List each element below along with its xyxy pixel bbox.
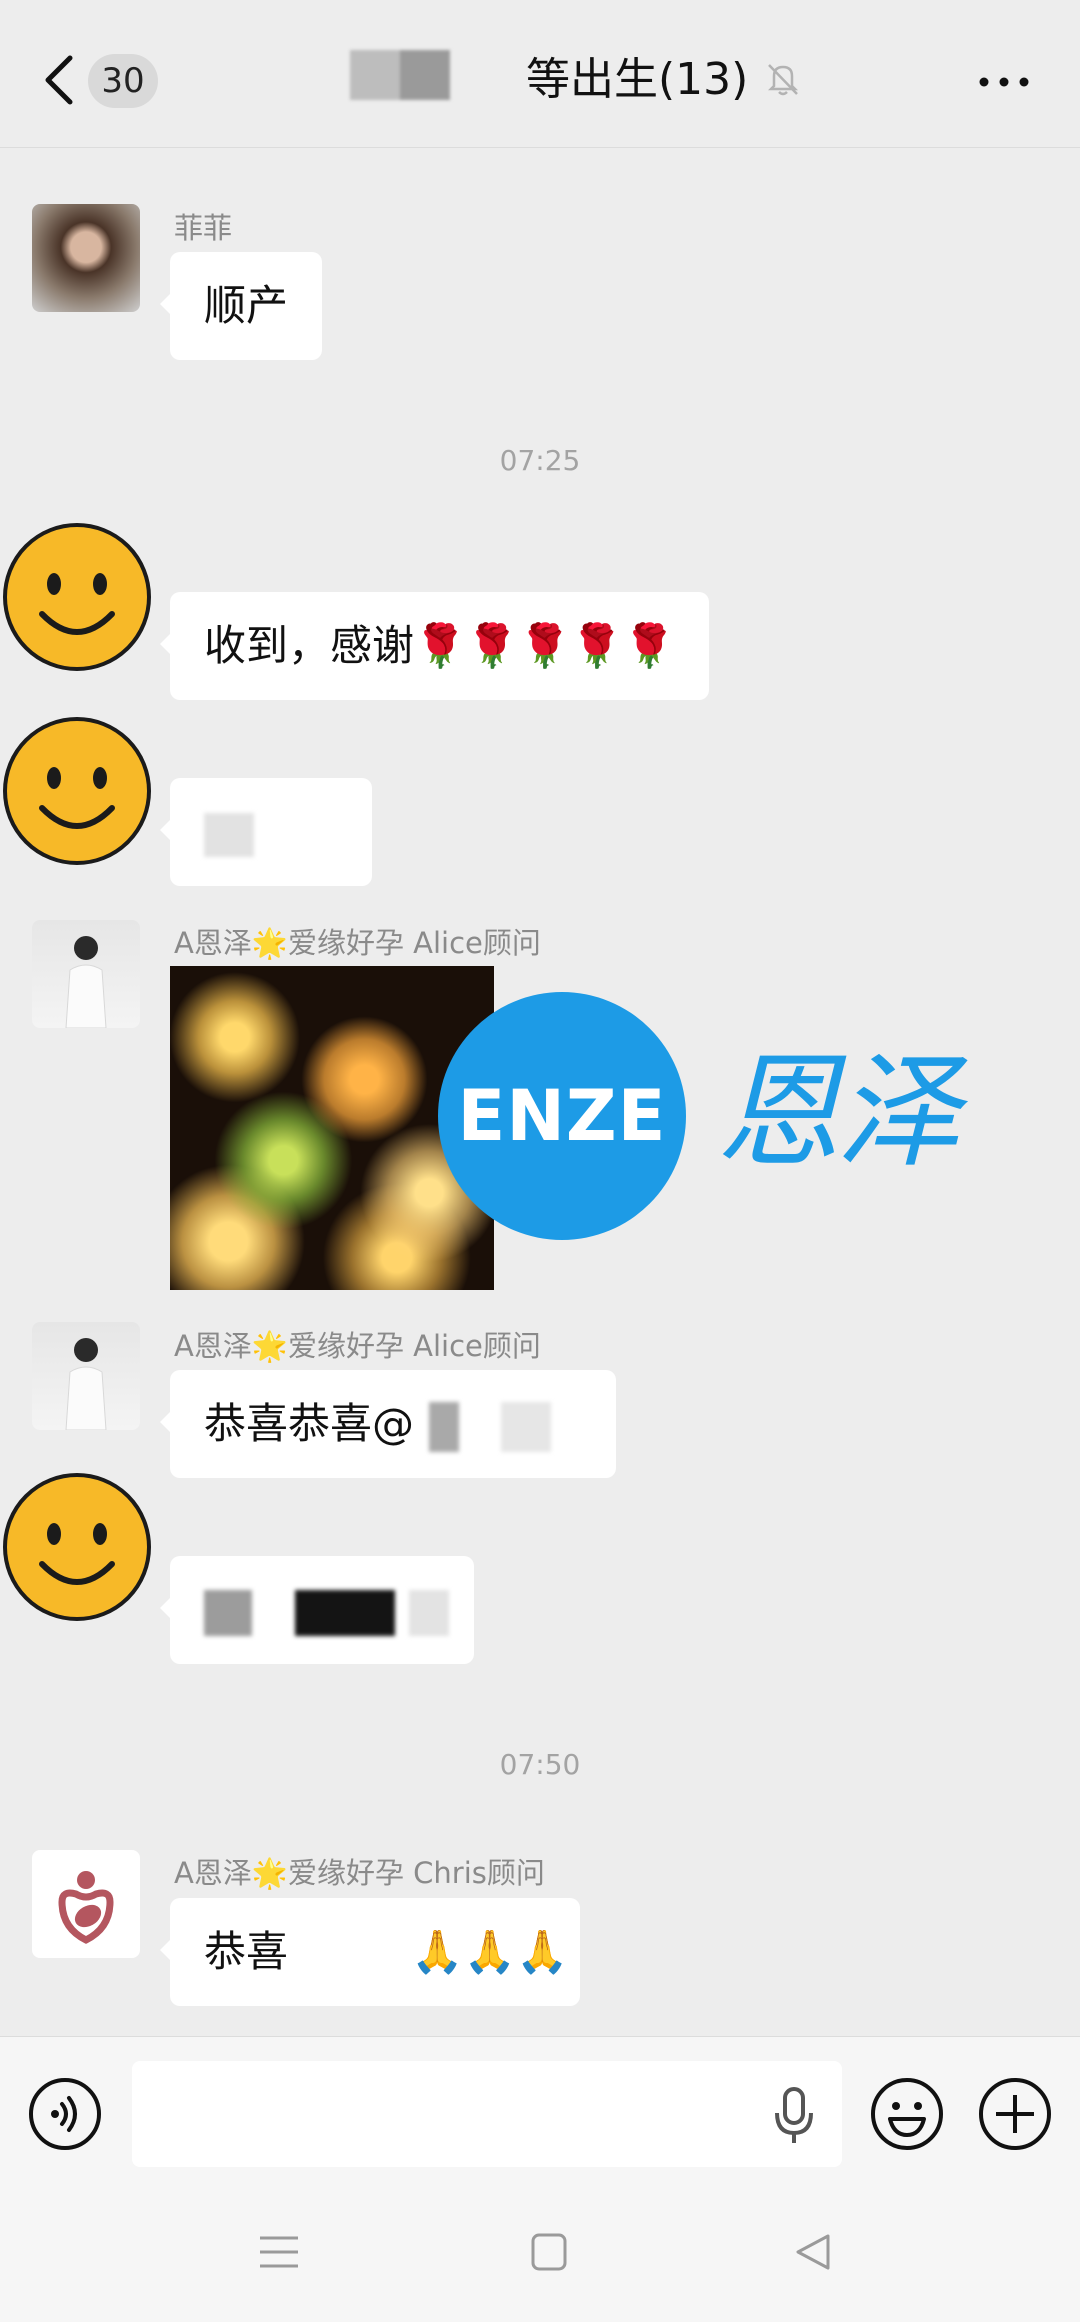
chat-header: 30 等出生(13) [0,0,1080,148]
person-icon [65,1338,107,1430]
avatar[interactable] [32,204,140,312]
back-triangle-icon[interactable] [794,2232,832,2272]
redacted-name [350,50,450,100]
microphone-icon[interactable] [772,2085,816,2147]
message-text: 恭喜恭喜@ [204,1399,415,1448]
smiley-icon [3,523,151,671]
message-input[interactable] [132,2061,842,2167]
redacted-mention [429,1401,460,1452]
message-bubble[interactable]: 收到，感谢🌹🌹🌹🌹🌹 [159,592,710,700]
sender-name: 菲菲 [174,211,233,245]
timestamp: 07:50 [499,1748,581,1781]
redacted-block [204,812,254,857]
message-emoji: 🙏🙏🙏 [411,1927,569,1976]
redacted-message-bubble[interactable] [160,778,372,886]
unread-count-badge[interactable]: 30 [88,54,158,108]
system-nav-bar [0,2184,1080,2322]
person-icon [65,936,107,1028]
emoji-icon[interactable] [870,2077,944,2151]
more-icon[interactable] [974,60,1034,100]
menu-icon[interactable] [256,2232,302,2272]
avatar[interactable] [32,920,140,1028]
redacted-mention [500,1401,551,1452]
chat-title: 等出生(13) [526,54,749,105]
home-icon[interactable] [530,2232,568,2272]
sender-name: A恩泽🌟爱缘好孕 Alice顾问 [174,926,541,960]
message-text: 恭喜 [204,1927,289,1976]
message-bubble[interactable]: 恭喜 🙏🙏🙏 [160,1898,580,2006]
watermark-text: 恩泽 [716,1041,960,1185]
timestamp: 07:25 [499,444,581,477]
smiley-icon [3,1473,151,1621]
back-icon[interactable] [40,52,80,108]
redacted-block [408,1589,449,1636]
avatar[interactable] [32,1850,140,1958]
sender-name: A恩泽🌟爱缘好孕 Chris顾问 [174,1856,545,1890]
watermark-logo: ENZE [438,992,686,1240]
sender-name: A恩泽🌟爱缘好孕 Alice顾问 [174,1329,541,1363]
input-bar [0,2036,1080,2184]
avatar[interactable] [32,1322,140,1430]
voice-icon[interactable] [28,2077,102,2151]
smiley-icon [3,717,151,865]
message-bubble[interactable]: 恭喜恭喜@ [160,1370,616,1478]
mute-icon [767,64,799,96]
message-bubble[interactable]: 顺产 [159,252,323,360]
redacted-message-bubble[interactable] [160,1556,474,1664]
logo-icon [58,1871,114,1944]
redacted-block [204,1589,252,1636]
plus-icon[interactable] [978,2077,1052,2151]
redacted-block [295,1589,396,1636]
